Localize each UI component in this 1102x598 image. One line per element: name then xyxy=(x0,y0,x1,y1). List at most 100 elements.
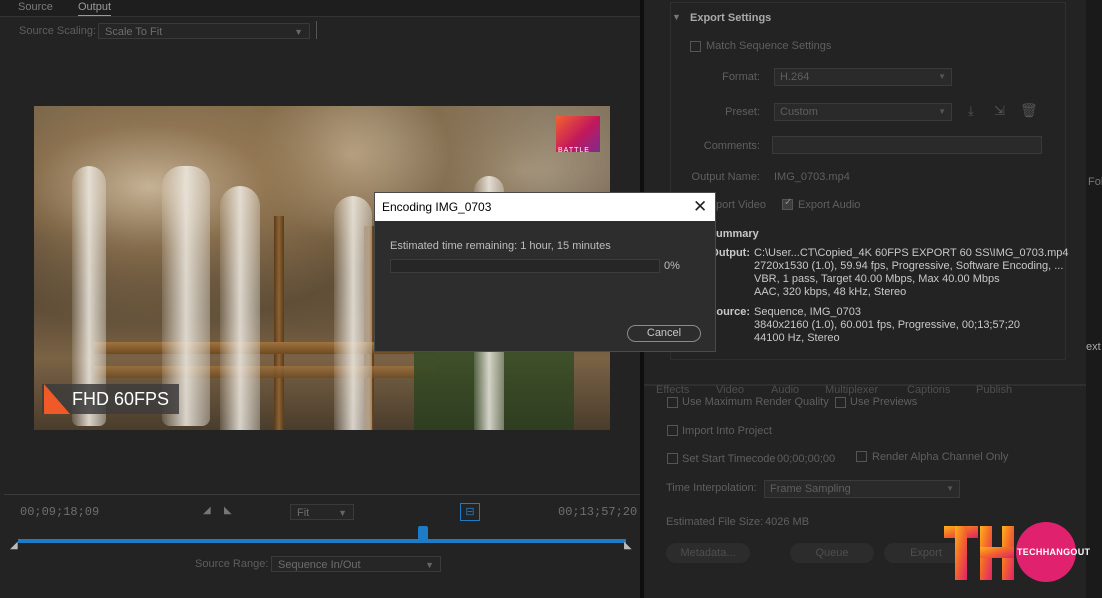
import-preset-icon[interactable]: ⇲ xyxy=(994,103,1005,119)
right-edge-panel: Fol ext xyxy=(1086,0,1102,598)
progress-percent: 0% xyxy=(664,260,680,272)
summary-source-line: Sequence, IMG_0703 xyxy=(754,306,862,318)
mark-out-icon[interactable]: ◣ xyxy=(224,505,232,516)
close-icon[interactable]: ✕ xyxy=(693,193,707,221)
export-settings-header: Export Settings xyxy=(690,12,772,24)
chevron-down-icon: ▼ xyxy=(338,508,347,518)
comments-input[interactable] xyxy=(772,136,1042,154)
logo-text: BATTLE xyxy=(558,147,590,154)
comments-label: Comments: xyxy=(703,140,760,152)
summary-output-line: AAC, 320 kbps, 48 kHz, Stereo xyxy=(754,286,907,298)
tab-captions[interactable]: Captions xyxy=(907,384,950,396)
brand-name: TECHHANGOUT xyxy=(1017,547,1091,557)
preset-select[interactable]: Custom ▼ xyxy=(774,103,952,121)
estimated-time: Estimated time remaining: 1 hour, 15 min… xyxy=(390,240,611,252)
edge-text-fol: Fol xyxy=(1088,176,1102,188)
max-render-label: Use Maximum Render Quality xyxy=(682,396,829,408)
fhd-badge-text: FHD 60FPS xyxy=(72,389,170,409)
match-sequence-label: Match Sequence Settings xyxy=(706,40,832,52)
time-interp-label: Time Interpolation: xyxy=(666,482,757,494)
fit-select[interactable]: Fit ▼ xyxy=(290,504,354,520)
render-alpha-label: Render Alpha Channel Only xyxy=(872,451,1009,463)
aspect-ratio-icon[interactable]: ⊟ xyxy=(460,503,480,521)
import-project-checkbox[interactable] xyxy=(667,425,678,436)
chevron-down-icon: ▼ xyxy=(938,107,946,116)
start-timecode-value[interactable]: 00;00;00;00 xyxy=(777,453,835,465)
divider xyxy=(4,494,640,495)
est-size-value: 4026 MB xyxy=(765,516,810,528)
output-name-link[interactable]: IMG_0703.mp4 xyxy=(774,171,850,183)
delete-preset-icon[interactable]: 🗑 xyxy=(1020,102,1038,119)
tab-video[interactable]: Video xyxy=(716,384,744,396)
start-timecode-checkbox[interactable] xyxy=(667,453,678,464)
divider xyxy=(316,21,317,39)
start-timecode-label: Set Start Timecode xyxy=(682,453,776,465)
summary-source: Sequence, IMG_0703 3840x2160 (1.0), 60.0… xyxy=(754,306,1020,345)
cancel-button[interactable]: Cancel xyxy=(627,325,701,342)
channel-logo: BATTLE xyxy=(556,116,600,154)
use-previews-label: Use Previews xyxy=(850,396,918,408)
summary-source-line: 3840x2160 (1.0), 60.001 fps, Progressive… xyxy=(754,319,1021,331)
chevron-down-icon[interactable]: ▼ xyxy=(672,12,681,22)
summary-output-line: VBR, 1 pass, Target 40.00 Mbps, Max 40.0… xyxy=(754,273,1000,285)
chevron-down-icon: ▼ xyxy=(425,560,434,570)
use-previews-checkbox[interactable] xyxy=(835,397,846,408)
out-point-icon[interactable]: ◣ xyxy=(624,540,632,551)
tab-audio[interactable]: Audio xyxy=(771,384,799,396)
duration-timecode: 00;13;57;20 xyxy=(558,505,638,519)
curtain xyxy=(220,186,260,430)
import-project-label: Import Into Project xyxy=(682,425,772,437)
encoding-dialog: Encoding IMG_0703 ✕ Estimated time remai… xyxy=(374,192,716,352)
tab-source[interactable]: Source xyxy=(18,0,53,15)
match-sequence-checkbox[interactable] xyxy=(690,41,701,52)
source-range-value: Sequence In/Out xyxy=(278,559,361,571)
mark-in-icon[interactable]: ◢ xyxy=(203,505,211,516)
preset-label: Preset: xyxy=(725,106,760,118)
source-scaling-select[interactable]: Scale To Fit ▼ xyxy=(98,23,310,39)
metadata-button[interactable]: Metadata... xyxy=(666,543,750,563)
chevron-down-icon: ▼ xyxy=(946,484,954,493)
summary-output-line: C:\User...CT\Copied_4K 60FPS EXPORT 60 S… xyxy=(754,247,1069,259)
source-range-select[interactable]: Sequence In/Out ▼ xyxy=(271,556,441,572)
render-alpha-checkbox[interactable] xyxy=(856,451,867,462)
summary-header: ummary xyxy=(716,228,759,240)
timeline-bar[interactable] xyxy=(18,539,626,543)
queue-button[interactable]: Queue xyxy=(790,543,874,563)
bamboo-post xyxy=(274,216,284,430)
format-label: Format: xyxy=(722,71,760,83)
output-name-label: Output Name: xyxy=(691,171,760,183)
time-interp-select[interactable]: Frame Sampling ▼ xyxy=(764,480,960,498)
max-render-checkbox[interactable] xyxy=(667,397,678,408)
dialog-titlebar: Encoding IMG_0703 ✕ xyxy=(375,193,715,221)
save-preset-icon[interactable]: ⤓ xyxy=(968,103,974,119)
est-size-label: Estimated File Size: xyxy=(666,516,764,528)
time-interp-value: Frame Sampling xyxy=(770,483,851,495)
fhd-badge: FHD 60FPS xyxy=(42,384,180,414)
tab-output[interactable]: Output xyxy=(78,0,112,16)
source-scaling-label: Source Scaling: xyxy=(19,25,97,37)
summary-source-line: 44100 Hz, Stereo xyxy=(754,332,840,344)
current-timecode[interactable]: 00;09;18;09 xyxy=(20,505,99,519)
source-range-label: Source Range: xyxy=(195,558,269,570)
techhangout-logo: TECHHANGOUT xyxy=(944,522,1091,582)
format-value: H.264 xyxy=(780,71,810,83)
in-point-icon[interactable]: ◢ xyxy=(10,540,18,551)
export-audio-checkbox[interactable] xyxy=(782,197,793,210)
badge-triangle-icon xyxy=(44,384,70,414)
summary-output-line: 2720x1530 (1.0), 59.94 fps, Progressive,… xyxy=(754,260,1064,272)
export-audio-label: Export Audio xyxy=(798,199,861,211)
progress-bar xyxy=(390,259,660,273)
tab-publish[interactable]: Publish xyxy=(976,384,1012,396)
preset-value: Custom xyxy=(780,106,818,118)
tab-multiplexer[interactable]: Multiplexer xyxy=(825,384,878,396)
format-select[interactable]: H.264 ▼ xyxy=(774,68,952,86)
edge-text-ext: ext xyxy=(1086,341,1101,353)
tab-effects[interactable]: Effects xyxy=(656,384,689,396)
fit-value: Fit xyxy=(297,507,310,519)
dialog-title: Encoding IMG_0703 xyxy=(382,200,492,214)
chevron-down-icon: ▼ xyxy=(938,72,946,81)
playhead-handle[interactable] xyxy=(418,526,428,540)
summary-output: C:\User...CT\Copied_4K 60FPS EXPORT 60 S… xyxy=(754,247,1068,299)
export-video-label: port Video xyxy=(716,199,766,211)
source-scaling-value: Scale To Fit xyxy=(105,26,163,38)
